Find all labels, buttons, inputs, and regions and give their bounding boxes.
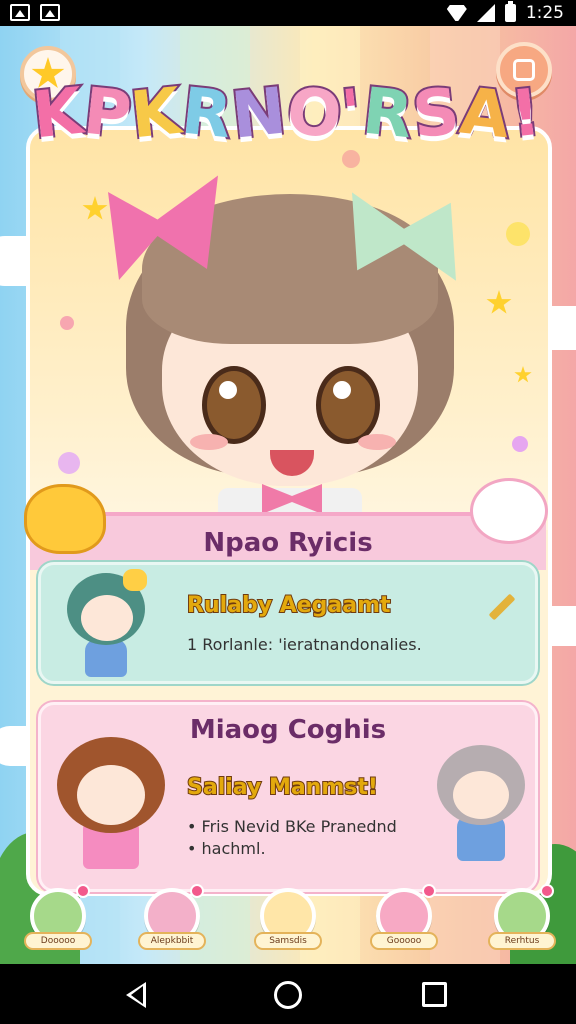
card1-text: 1 Rorlanle: 'ieratnandonalies. <box>187 635 422 654</box>
game-logo: K P K R N O ' R S A! <box>27 66 547 162</box>
nav-label: Samsdis <box>254 932 322 950</box>
card2-line-2: • hachml. <box>187 839 266 858</box>
notification-badge <box>190 884 204 898</box>
nav-item-shop[interactable]: Rerhtus <box>488 884 556 954</box>
notification-badge <box>422 884 436 898</box>
character-blush <box>190 434 228 450</box>
nav-item-gacha[interactable]: Samsdis <box>254 886 322 954</box>
bubble-decoration <box>58 452 80 474</box>
character-card-1[interactable]: Rulaby Aegaamt 1 Rorlanle: 'ieratnandona… <box>38 562 538 684</box>
wifi-icon <box>447 5 467 21</box>
nav-label: Rerhtus <box>488 932 556 950</box>
logo-letter: O <box>281 72 348 155</box>
main-character[interactable] <box>90 166 490 518</box>
nav-item-characters[interactable]: Alepkbbit <box>138 884 206 954</box>
logo-letter: N <box>227 72 293 155</box>
home-icon[interactable] <box>274 981 302 1009</box>
logo-letter: S <box>407 73 466 156</box>
notification-badge <box>76 884 90 898</box>
notification-badge <box>540 884 554 898</box>
nav-label: Alepkbbit <box>138 932 206 950</box>
chibi-avatar-brown <box>51 731 169 879</box>
logo-letter: A <box>455 73 517 156</box>
edit-pencil-icon[interactable] <box>488 593 516 621</box>
logo-letter: R <box>176 73 238 156</box>
card2-heading: Saliay Manmst! <box>186 774 379 801</box>
logo-letter: K <box>126 73 188 156</box>
yellow-mascot-icon <box>24 484 106 554</box>
recent-apps-icon[interactable] <box>422 982 447 1007</box>
character-eye <box>202 366 266 444</box>
status-bar: 1:25 <box>0 0 576 26</box>
chibi-avatar-gray <box>431 739 531 869</box>
character-card-2[interactable]: Miaog Coghis Saliay Manmst! • Fris Nevid… <box>38 702 538 892</box>
panel-title: Npao Ryicis <box>203 528 373 558</box>
logo-letter: P <box>78 73 137 156</box>
character-blush <box>358 434 396 450</box>
card2-line-1: • Fris Nevid BKe Pranednd <box>187 817 397 836</box>
system-navigation-bar <box>0 964 576 1024</box>
bubble-decoration <box>506 222 530 246</box>
character-eye <box>316 366 380 444</box>
image-notification-icon <box>10 4 30 21</box>
logo-letter: K <box>27 73 89 156</box>
notification-icons <box>10 4 60 21</box>
nav-item-home[interactable]: Dooooo <box>24 884 92 954</box>
card1-heading: Rulaby Aegaamt <box>186 592 392 619</box>
nav-label: Dooooo <box>24 932 92 950</box>
chibi-avatar-green <box>59 569 151 679</box>
image-notification-icon <box>40 4 60 21</box>
white-mascot-icon <box>470 478 548 544</box>
bubble-decoration <box>512 436 528 452</box>
nav-item-pets[interactable]: Gooooo <box>370 884 438 954</box>
back-icon[interactable] <box>126 982 146 1008</box>
nav-label: Gooooo <box>370 932 438 950</box>
bubble-decoration <box>60 316 74 330</box>
status-time: 1:25 <box>525 3 564 23</box>
signal-icon <box>476 4 495 22</box>
battery-icon <box>504 1 516 22</box>
logo-letter: R <box>357 73 419 156</box>
